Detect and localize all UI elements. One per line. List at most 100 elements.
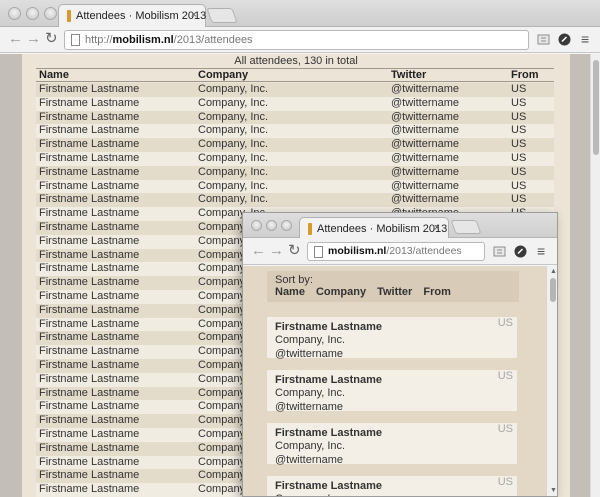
cell-name: Firstname Lastname [39,469,140,482]
column-header-name[interactable]: Name [39,69,69,82]
cell-twitter[interactable]: @twittername [391,83,459,97]
column-header-twitter[interactable]: Twitter [391,69,426,82]
sort-by-from[interactable]: From [423,286,451,298]
cell-name: Firstname Lastname [39,138,140,151]
card-twitter[interactable]: @twittername [275,454,343,466]
scroll-up-arrow-icon[interactable]: ▲ [550,268,557,275]
column-header-from[interactable]: From [511,69,539,82]
mobile-browser-window: Attendees · Mobilism 2013 × ← → ↻ mobili… [242,212,558,497]
scroll-down-arrow-icon[interactable]: ▼ [550,487,557,494]
sort-bar: Sort by: Name Company Twitter From [267,271,519,302]
sort-by-company[interactable]: Company [316,286,366,298]
card-company: Company, Inc. [275,387,346,399]
cell-from: US [511,83,527,95]
cell-from: US [511,96,527,109]
bookmark-icon[interactable] [537,33,550,46]
cell-name: Firstname Lastname [39,345,140,358]
back-arrow-icon[interactable]: ← [8,31,23,47]
tab-close-icon[interactable]: × [191,9,197,21]
close-window-button-small[interactable] [251,220,262,231]
scrollbar-thumb[interactable] [593,60,599,155]
card-name: Firstname Lastname [275,321,382,333]
sort-by-name[interactable]: Name [275,286,305,298]
extension-icon[interactable] [514,245,527,258]
cell-company: Company, Inc. [198,151,269,164]
address-bar[interactable]: http://mobilism.nl/2013/attendees [64,30,529,50]
card-twitter[interactable]: @twittername [275,348,343,360]
page-icon [71,34,80,46]
cell-company: Company, Inc. [198,179,269,192]
new-tab-button-small[interactable] [450,220,482,234]
cell-company: Company, Inc. [198,110,269,123]
zoom-window-button[interactable] [44,7,57,20]
favicon-icon [67,10,71,22]
cell-twitter[interactable]: @twittername [391,166,459,180]
cell-name: Firstname Lastname [39,83,140,95]
card-from: US [497,476,513,488]
card-twitter[interactable]: @twittername [275,401,343,413]
tab-attendees-small[interactable]: Attendees · Mobilism 2013 × [299,217,449,238]
extension-icon[interactable] [558,33,571,46]
mobile-scrollbar[interactable]: ▲ ▼ [546,266,557,496]
cell-name: Firstname Lastname [39,427,140,440]
address-bar-small[interactable]: mobilism.nl/2013/attendees [307,242,485,261]
new-tab-button[interactable] [206,8,238,23]
menu-icon[interactable]: ≡ [581,31,589,47]
sort-by-twitter[interactable]: Twitter [377,286,412,298]
browser-toolbar-small: ← → ↻ mobilism.nl/2013/attendees ≡ [243,238,557,265]
back-arrow-icon[interactable]: ← [251,243,266,259]
cell-twitter[interactable]: @twittername [391,152,459,166]
cell-name: Firstname Lastname [39,455,140,468]
cell-name: Firstname Lastname [39,386,140,399]
url-text: http://mobilism.nl/2013/attendees [85,34,253,46]
attendee-card: Firstname LastnameCompany, Inc. @twittern… [267,370,517,413]
forward-arrow-icon[interactable]: → [26,31,41,47]
column-header-company[interactable]: Company [198,69,248,82]
cell-company: Company, Inc. [198,124,269,137]
cell-twitter[interactable]: @twittername [391,97,459,111]
close-window-button[interactable] [8,7,21,20]
reload-icon[interactable]: ↻ [288,243,301,259]
browser-toolbar: ← → ↻ http://mobilism.nl/2013/attendees … [0,27,600,53]
cell-name: Firstname Lastname [39,96,140,109]
card-company: Company, Inc. [275,440,346,452]
minimize-window-button[interactable] [26,7,39,20]
cell-name: Firstname Lastname [39,248,140,261]
cell-from: US [511,193,527,206]
cell-twitter[interactable]: @twittername [391,180,459,194]
scrollbar-thumb-small[interactable] [550,278,556,302]
forward-arrow-icon[interactable]: → [269,243,284,259]
tab-strip: Attendees · Mobilism 2013 × [0,0,600,27]
table-row: Firstname Lastname Company, Inc. @twittern… [36,110,554,125]
cell-name: Firstname Lastname [39,124,140,137]
reload-icon[interactable]: ↻ [45,31,58,47]
table-row: Firstname Lastname Company, Inc. @twittern… [36,138,554,152]
tab-attendees[interactable]: Attendees · Mobilism 2013 × [58,4,206,27]
card-name: Firstname Lastname [275,480,382,492]
cell-name: Firstname Lastname [39,441,140,454]
tab-title: Attendees · Mobilism 2013 [76,10,207,22]
cell-name: Firstname Lastname [39,358,140,371]
tab-title-small: Attendees · Mobilism 2013 [317,223,448,235]
cell-name: Firstname Lastname [39,193,140,206]
cell-twitter[interactable]: @twittername [391,193,459,207]
cell-name: Firstname Lastname [39,289,140,302]
bookmark-icon[interactable] [493,245,506,258]
card-name: Firstname Lastname [275,427,382,439]
minimize-window-button-small[interactable] [266,220,277,231]
cell-twitter[interactable]: @twittername [391,111,459,125]
cell-name: Firstname Lastname [39,165,140,178]
cell-from: US [511,124,527,137]
zoom-window-button-small[interactable] [281,220,292,231]
table-row: Firstname Lastname Company, Inc. @twittern… [36,151,554,166]
tab-close-icon-small[interactable]: × [434,222,440,234]
cell-twitter[interactable]: @twittername [391,124,459,138]
cell-name: Firstname Lastname [39,317,140,330]
mobile-page-viewport: Sort by: Name Company Twitter From Firstnam… [243,266,546,496]
cell-name: Firstname Lastname [39,207,140,220]
cell-twitter[interactable]: @twittername [391,138,459,152]
page-scrollbar[interactable] [590,54,600,497]
attendee-count-caption: All attendees, 130 in total [234,55,358,67]
menu-icon[interactable]: ≡ [537,243,545,259]
card-company: Company, Inc. [275,334,346,346]
